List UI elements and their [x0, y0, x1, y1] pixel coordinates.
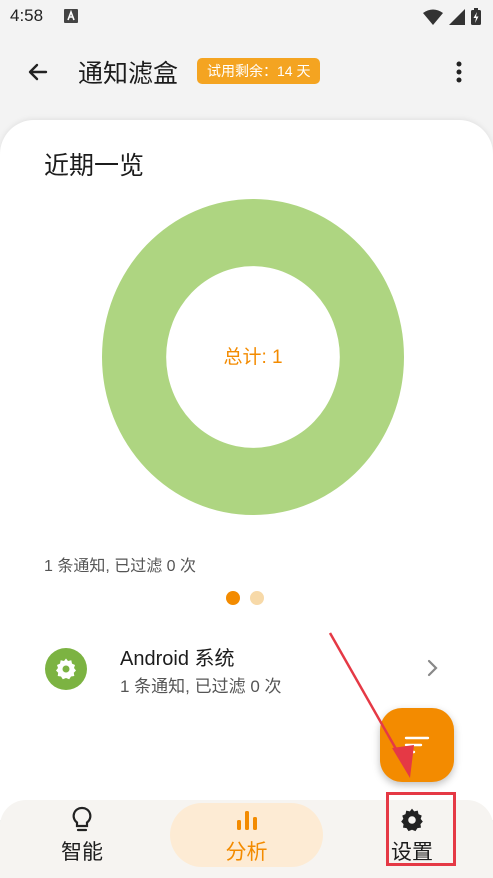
page-dot-active[interactable]	[226, 591, 240, 605]
status-time: 4:58	[10, 6, 44, 25]
more-options-button[interactable]	[447, 54, 471, 90]
nav-item-analysis[interactable]: 分析	[170, 800, 323, 878]
chevron-right-icon	[427, 659, 438, 677]
lightbulb-icon	[71, 806, 93, 834]
more-vert-icon	[456, 61, 462, 83]
status-bar: 4:58	[0, 0, 493, 34]
list-item[interactable]: Android 系统 1 条通知, 已过滤 0 次	[0, 630, 493, 714]
app-icon	[45, 648, 87, 690]
app-detail: 1 条通知, 已过滤 0 次	[120, 677, 282, 696]
battery-charging-icon	[471, 8, 481, 25]
wifi-icon	[423, 9, 443, 25]
sort-lines-icon	[404, 736, 430, 754]
gear-icon	[56, 658, 76, 680]
filter-sort-button[interactable]	[380, 708, 454, 782]
donut-chart: 总计: 1	[102, 199, 404, 515]
donut-center-label: 总计: 1	[223, 346, 282, 368]
nav-label-analysis: 分析	[225, 841, 268, 864]
bar-chart-icon	[235, 806, 259, 834]
annotation-highlight-box	[386, 792, 456, 866]
overview-title: 近期一览	[44, 152, 145, 180]
signal-icon	[449, 8, 465, 25]
app-bar: 通知滤盒 试用剩余：14 天	[0, 40, 493, 102]
arrow-back-icon	[28, 63, 48, 81]
page-indicator[interactable]	[226, 591, 264, 605]
status-icons	[423, 8, 481, 25]
page-title: 通知滤盒	[78, 60, 179, 88]
back-button[interactable]	[20, 54, 56, 90]
page-dot[interactable]	[250, 591, 264, 605]
app-name: Android 系统	[120, 648, 235, 670]
notification-a-icon	[64, 9, 78, 23]
nav-item-smart[interactable]: 智能	[40, 800, 124, 878]
nav-label-smart: 智能	[61, 841, 103, 864]
overview-summary: 1 条通知, 已过滤 0 次	[44, 558, 197, 575]
trial-badge: 试用剩余：14 天	[197, 58, 321, 84]
